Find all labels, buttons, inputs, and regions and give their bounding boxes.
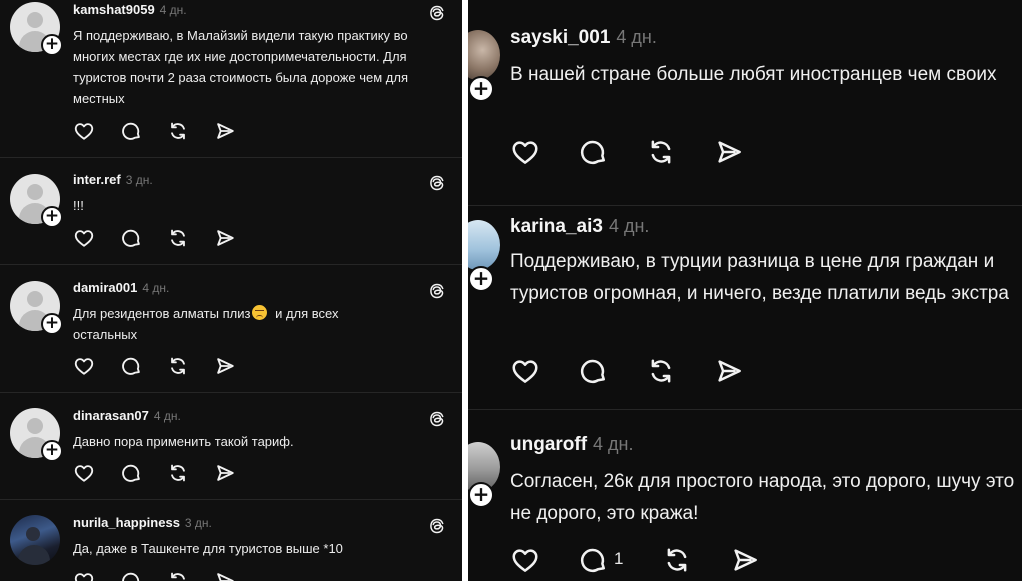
reply-username[interactable]: ungaroff 4 дн. <box>510 434 634 456</box>
follow-plus-icon[interactable]: + <box>41 440 63 462</box>
heart-icon[interactable] <box>73 355 95 377</box>
follow-plus-icon[interactable]: + <box>468 482 494 508</box>
follow-plus-icon[interactable]: + <box>468 76 494 102</box>
reply-post: + inter.ref 3 дн. !!! <box>0 158 462 265</box>
comment-bubble-icon[interactable] <box>120 462 142 484</box>
reply-username[interactable]: damira001 4 дн. <box>73 280 169 295</box>
reply-text: Для резидентов алматы плиз и для всех ос… <box>73 305 339 342</box>
reply-time: 4 дн. <box>608 216 650 236</box>
heart-icon[interactable] <box>73 462 95 484</box>
pensive-emoji-icon <box>252 305 268 320</box>
comment-bubble-icon[interactable] <box>120 120 142 142</box>
repost-icon[interactable] <box>646 356 676 386</box>
comment-bubble-icon[interactable] <box>120 570 142 581</box>
repost-icon[interactable] <box>662 545 692 575</box>
reply-count: 1 <box>614 549 624 568</box>
reply-time: 4 дн. <box>142 281 170 295</box>
reply-username[interactable]: nurila_happiness 3 дн. <box>73 515 212 530</box>
right-replies-panel: + sayski_001 4 дн. В нашей стране больше … <box>468 0 1022 581</box>
follow-plus-icon[interactable]: + <box>41 313 63 335</box>
heart-icon[interactable] <box>510 545 540 575</box>
avatar[interactable] <box>468 220 500 270</box>
comment-bubble-icon[interactable] <box>578 137 608 167</box>
send-icon[interactable] <box>714 137 744 167</box>
reply-text: !!! <box>73 198 84 213</box>
reply-text: Я поддерживаю, в Малайзий видели такую п… <box>73 28 408 106</box>
heart-icon[interactable] <box>510 137 540 167</box>
send-icon[interactable] <box>214 227 236 249</box>
threads-logo-icon[interactable] <box>428 174 446 192</box>
heart-icon[interactable] <box>73 570 95 581</box>
reply-post: + dinarasan07 4 дн. Давно пора применить … <box>0 393 462 500</box>
repost-icon[interactable] <box>167 570 189 581</box>
reply-time: 3 дн. <box>125 173 153 187</box>
comment-bubble-icon[interactable] <box>120 227 142 249</box>
follow-plus-icon[interactable]: + <box>41 206 63 228</box>
comment-bubble-icon[interactable] <box>120 355 142 377</box>
comment-bubble-icon[interactable] <box>578 545 608 575</box>
threads-logo-icon[interactable] <box>428 282 446 300</box>
send-icon[interactable] <box>730 545 760 575</box>
reply-username[interactable]: kamshat9059 4 дн. <box>73 2 187 17</box>
repost-icon[interactable] <box>167 462 189 484</box>
reply-post: + sayski_001 4 дн. В нашей стране больше … <box>468 0 1022 206</box>
reply-time: 4 дн. <box>593 434 634 454</box>
send-icon[interactable] <box>214 570 236 581</box>
send-icon[interactable] <box>214 355 236 377</box>
reply-text: Согласен, 26к для простого народа, это д… <box>510 471 1015 524</box>
reply-post: nurila_happiness 3 дн. Да, даже в Ташкент… <box>0 500 462 581</box>
reply-time: 4 дн. <box>153 409 181 423</box>
follow-plus-icon[interactable]: + <box>41 34 63 56</box>
reply-time: 4 дн. <box>159 3 187 17</box>
repost-icon[interactable] <box>167 120 189 142</box>
avatar[interactable] <box>468 30 500 80</box>
send-icon[interactable] <box>714 356 744 386</box>
reply-text: Поддерживаю, в турции разница в цене для… <box>510 251 1009 304</box>
threads-logo-icon[interactable] <box>428 517 446 535</box>
reply-post: + ungaroff 4 дн. Согласен, 26к для просто… <box>468 410 1022 581</box>
threads-logo-icon[interactable] <box>428 4 446 22</box>
heart-icon[interactable] <box>510 356 540 386</box>
reply-post: + kamshat9059 4 дн. Я поддерживаю, в Мала… <box>0 0 462 158</box>
threads-logo-icon[interactable] <box>428 410 446 428</box>
reply-text: В нашей стране больше любят иностранцев … <box>510 64 997 85</box>
reply-time: 3 дн. <box>184 516 212 530</box>
send-icon[interactable] <box>214 462 236 484</box>
heart-icon[interactable] <box>73 120 95 142</box>
repost-icon[interactable] <box>167 355 189 377</box>
reply-text: Давно пора применить такой тариф. <box>73 434 294 449</box>
reply-post: + damira001 4 дн. Для резидентов алматы п… <box>0 265 462 393</box>
reply-text: Да, даже в Ташкенте для туристов выше *1… <box>73 541 343 556</box>
reply-username[interactable]: sayski_001 4 дн. <box>510 27 657 49</box>
reply-time: 4 дн. <box>616 27 657 47</box>
reply-username[interactable]: karina_ai3 4 дн. <box>510 216 649 238</box>
repost-icon[interactable] <box>646 137 676 167</box>
reply-username[interactable]: dinarasan07 4 дн. <box>73 408 181 423</box>
repost-icon[interactable] <box>167 227 189 249</box>
left-replies-panel: + kamshat9059 4 дн. Я поддерживаю, в Мала… <box>0 0 462 581</box>
heart-icon[interactable] <box>73 227 95 249</box>
reply-username[interactable]: inter.ref 3 дн. <box>73 172 153 187</box>
comment-bubble-icon[interactable] <box>578 356 608 386</box>
avatar[interactable] <box>10 515 60 565</box>
send-icon[interactable] <box>214 120 236 142</box>
follow-plus-icon[interactable]: + <box>468 266 494 292</box>
reply-post: + karina_ai3 4 дн. Поддерживаю, в турции … <box>468 206 1022 410</box>
